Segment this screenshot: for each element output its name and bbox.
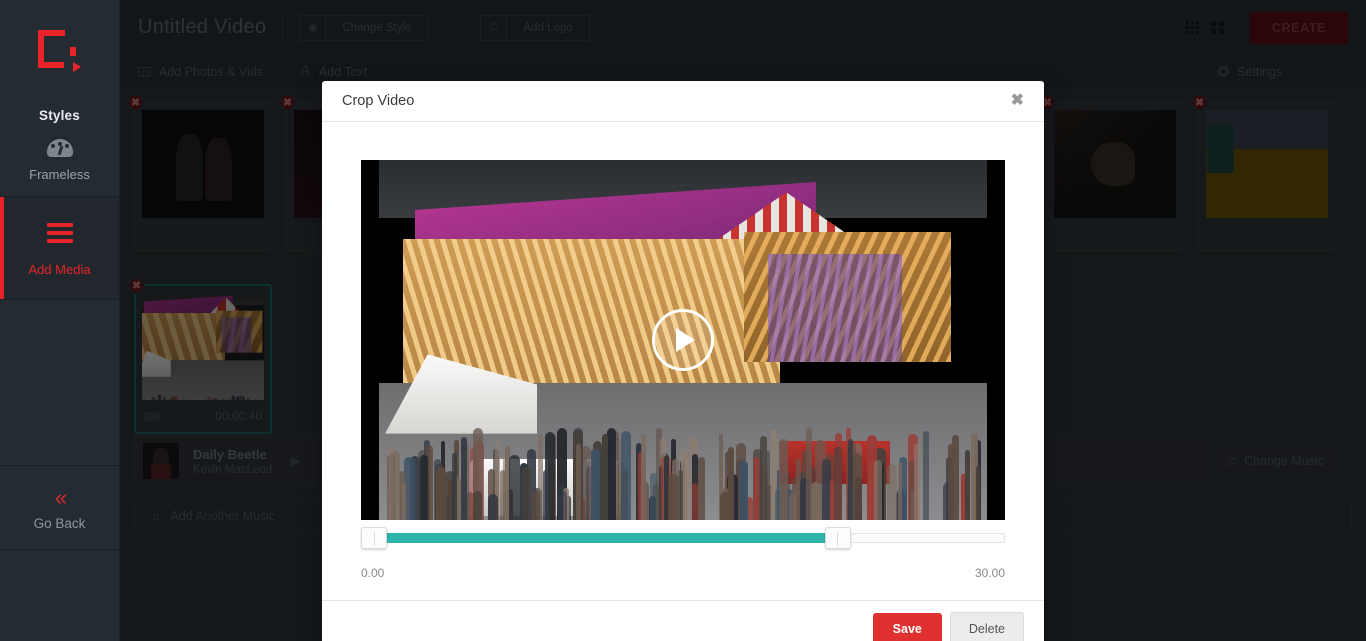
style-name-label: Frameless (0, 167, 119, 182)
app-root: Styles Frameless Add Media « Go Back Unt… (0, 0, 1366, 641)
modal-header: Crop Video ✖ (322, 81, 1044, 122)
modal-footer: Save Delete (322, 600, 1044, 641)
slider-labels: 0.00 30.00 (361, 566, 1005, 580)
close-icon[interactable]: ✖ (1011, 93, 1024, 109)
slider-end-label: 30.00 (975, 566, 1005, 580)
save-button[interactable]: Save (873, 613, 942, 641)
video-player[interactable] (361, 160, 1005, 520)
slider-fill (374, 533, 838, 543)
slider-handle-start[interactable] (361, 527, 387, 549)
slider-start-label: 0.00 (361, 566, 384, 580)
trim-slider[interactable] (361, 527, 1005, 549)
logo-mark-icon (38, 30, 82, 74)
sidebar: Styles Frameless Add Media « Go Back (0, 0, 120, 641)
app-logo[interactable] (0, 0, 119, 104)
gauge-icon[interactable] (0, 135, 119, 161)
delete-button[interactable]: Delete (950, 612, 1024, 641)
sidebar-item-go-back[interactable]: « Go Back (0, 466, 119, 550)
hamburger-icon (47, 223, 73, 247)
slider-handle-end[interactable] (825, 527, 851, 549)
play-icon[interactable] (652, 309, 714, 371)
double-chevron-left-icon: « (0, 488, 119, 508)
modal-body: 0.00 30.00 (322, 122, 1044, 600)
sidebar-section-styles: Styles Frameless (0, 104, 119, 197)
crop-video-modal: Crop Video ✖ 0.00 30.00 Save Delete (322, 81, 1044, 641)
sidebar-item-label-add-media: Add Media (0, 262, 119, 277)
modal-title: Crop Video (342, 93, 414, 109)
sidebar-item-add-media[interactable]: Add Media (0, 197, 119, 300)
sidebar-spacer (0, 300, 119, 466)
sidebar-item-label-go-back: Go Back (0, 516, 119, 531)
styles-title: Styles (0, 108, 119, 123)
